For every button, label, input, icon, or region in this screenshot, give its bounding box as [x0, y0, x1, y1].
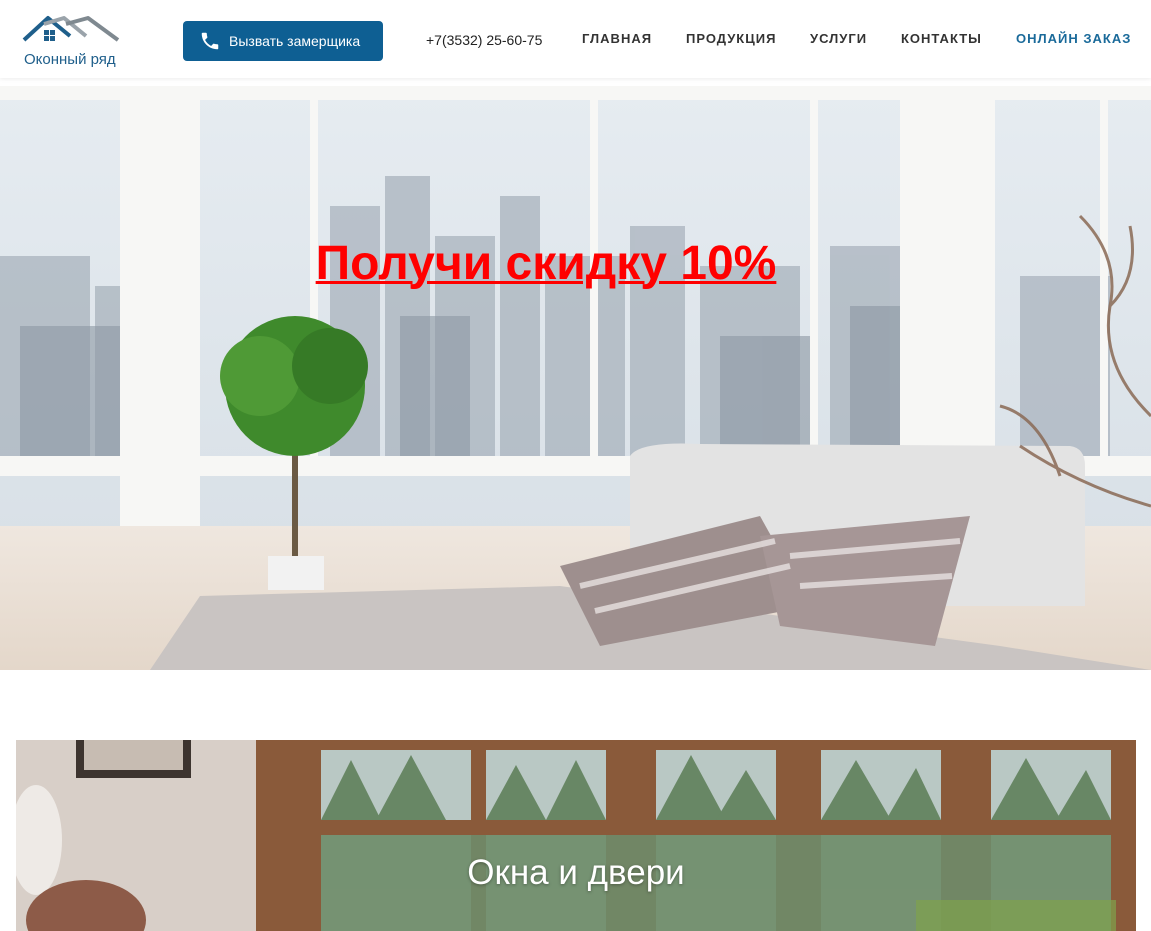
hero-discount-link[interactable]: Получи скидку 10% — [0, 236, 1092, 291]
nav-item-services[interactable]: УСЛУГИ — [810, 31, 867, 46]
main-nav: ГЛАВНАЯ ПРОДУКЦИЯ УСЛУГИ КОНТАКТЫ ОНЛАЙН… — [0, 31, 1151, 51]
category-background-image — [16, 740, 1136, 931]
site-header: Оконный ряд Вызвать замерщика +7(3532) 2… — [0, 0, 1151, 78]
nav-item-home[interactable]: ГЛАВНАЯ — [582, 31, 652, 46]
category-card-windows-doors[interactable]: Окна и двери — [16, 740, 1136, 931]
logo-text: Оконный ряд — [24, 51, 116, 68]
nav-item-products[interactable]: ПРОДУКЦИЯ — [686, 31, 776, 46]
category-title: Окна и двери — [467, 853, 685, 892]
nav-item-online-order[interactable]: ОНЛАЙН ЗАКАЗ — [1016, 31, 1131, 46]
hero-background-image — [0, 86, 1151, 670]
nav-item-contacts[interactable]: КОНТАКТЫ — [901, 31, 982, 46]
hero-banner: Получи скидку 10% — [0, 86, 1151, 670]
